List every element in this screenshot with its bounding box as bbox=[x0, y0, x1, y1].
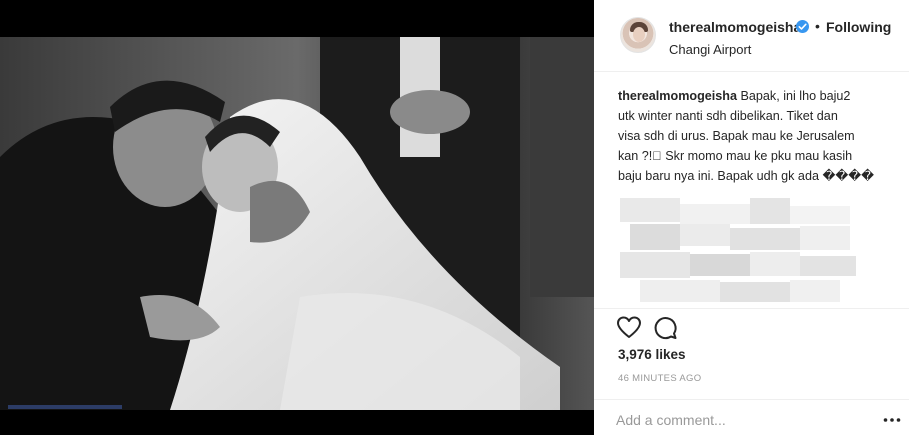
post-timestamp[interactable]: 46 MINUTES AGO bbox=[618, 373, 701, 384]
more-options-icon[interactable] bbox=[882, 410, 902, 430]
pixelated-redaction bbox=[620, 198, 860, 308]
post-photo-image bbox=[0, 37, 594, 410]
comment-input[interactable] bbox=[616, 409, 856, 431]
post-details-pane: therealmomogeisha • Following Changi Air… bbox=[594, 0, 909, 435]
actions-divider bbox=[594, 308, 909, 309]
verified-badge-icon bbox=[796, 20, 809, 33]
avatar[interactable] bbox=[620, 17, 656, 53]
comment-bubble-icon[interactable] bbox=[652, 315, 678, 341]
caption-text-line-2: utk winter nanti sdh dibelikan. Tiket da… bbox=[618, 109, 838, 123]
heart-icon[interactable] bbox=[616, 315, 642, 341]
avatar-face bbox=[633, 27, 645, 42]
caption-username-link[interactable]: therealmomogeisha bbox=[618, 89, 737, 103]
username-link[interactable]: therealmomogeisha bbox=[669, 19, 801, 35]
caption-text-line-1: Bapak, ini lho baju2 bbox=[740, 89, 851, 103]
post-photo[interactable] bbox=[0, 37, 594, 410]
post-header: therealmomogeisha • Following Changi Air… bbox=[594, 0, 909, 72]
post-media-pane bbox=[0, 0, 594, 435]
comment-divider bbox=[594, 399, 909, 400]
following-button[interactable]: Following bbox=[826, 19, 891, 35]
post-caption: therealmomogeisha Bapak, ini lho baju2 u… bbox=[618, 86, 886, 186]
caption-text-line-3: visa sdh di urus. Bapak mau ke Jerusalem bbox=[618, 129, 855, 143]
location-link[interactable]: Changi Airport bbox=[669, 42, 751, 57]
photo-overlay-strip bbox=[8, 405, 122, 409]
header-separator: • bbox=[815, 18, 820, 34]
likes-count[interactable]: 3,976 likes bbox=[618, 347, 686, 362]
caption-text-line-4: kan ?!􏿽 Skr momo mau ke pku mau kasih bbox=[618, 149, 853, 163]
caption-text-line-5: baju baru nya ini. Bapak udh gk ada ���� bbox=[618, 169, 875, 183]
caption-first-line: therealmomogeisha Bapak, ini lho baju2 bbox=[618, 86, 886, 106]
